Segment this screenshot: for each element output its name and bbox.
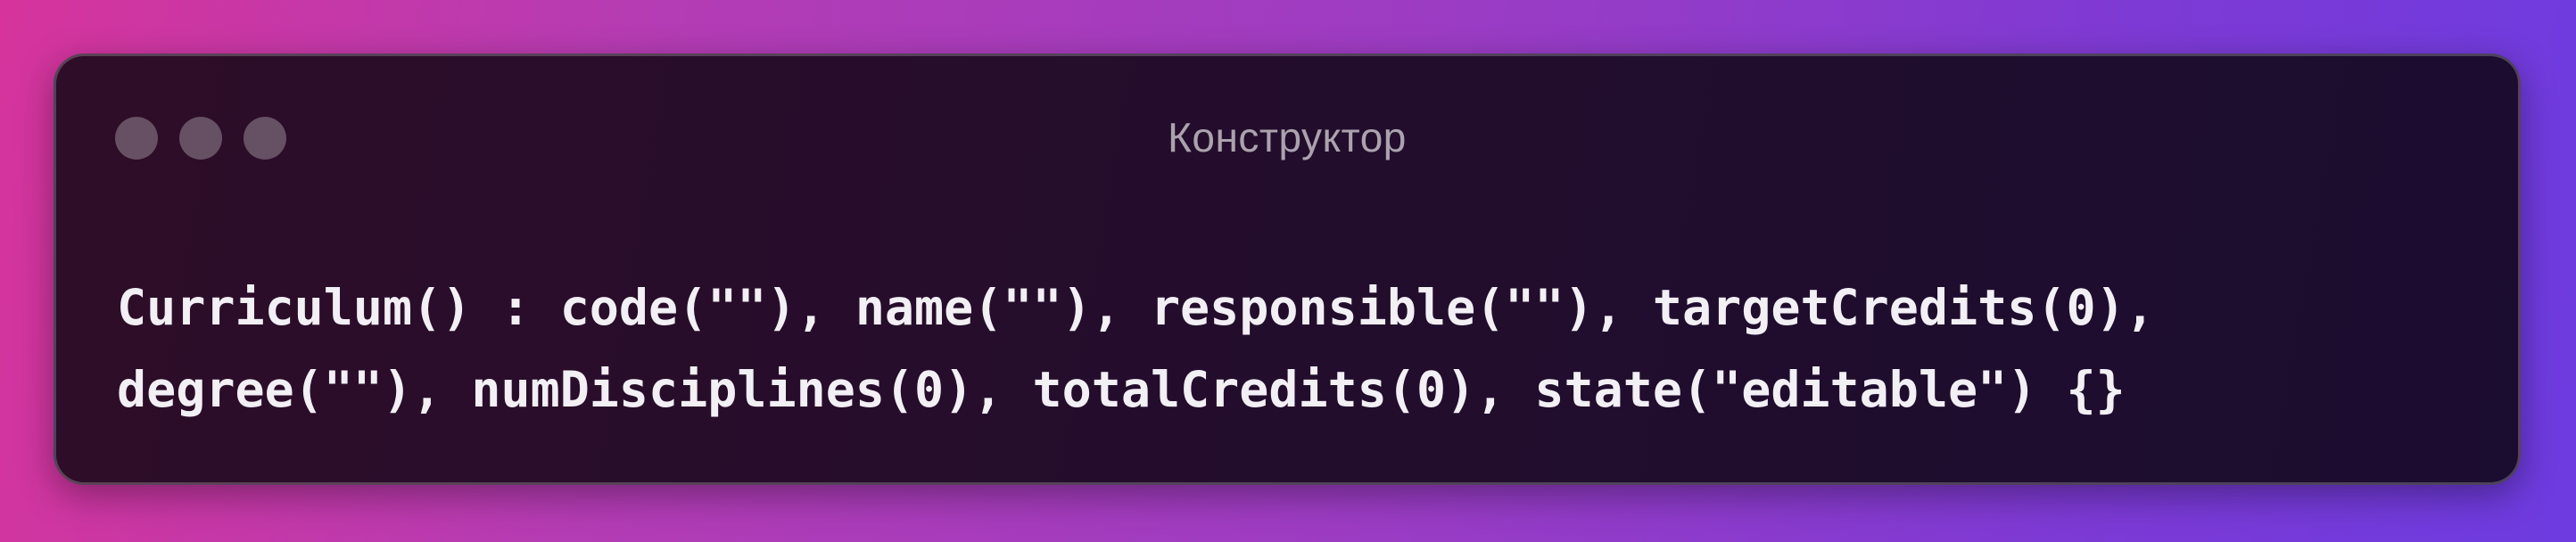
code-window: Конструктор Curriculum() : code(""), nam… xyxy=(54,53,2521,485)
code-block: Curriculum() : code(""), name(""), respo… xyxy=(117,267,2155,431)
code-line-2: degree(""), numDisciplines(0), totalCred… xyxy=(117,361,2126,418)
window-title: Конструктор xyxy=(1168,114,1407,160)
code-line-1: Curriculum() : code(""), name(""), respo… xyxy=(117,279,2155,336)
